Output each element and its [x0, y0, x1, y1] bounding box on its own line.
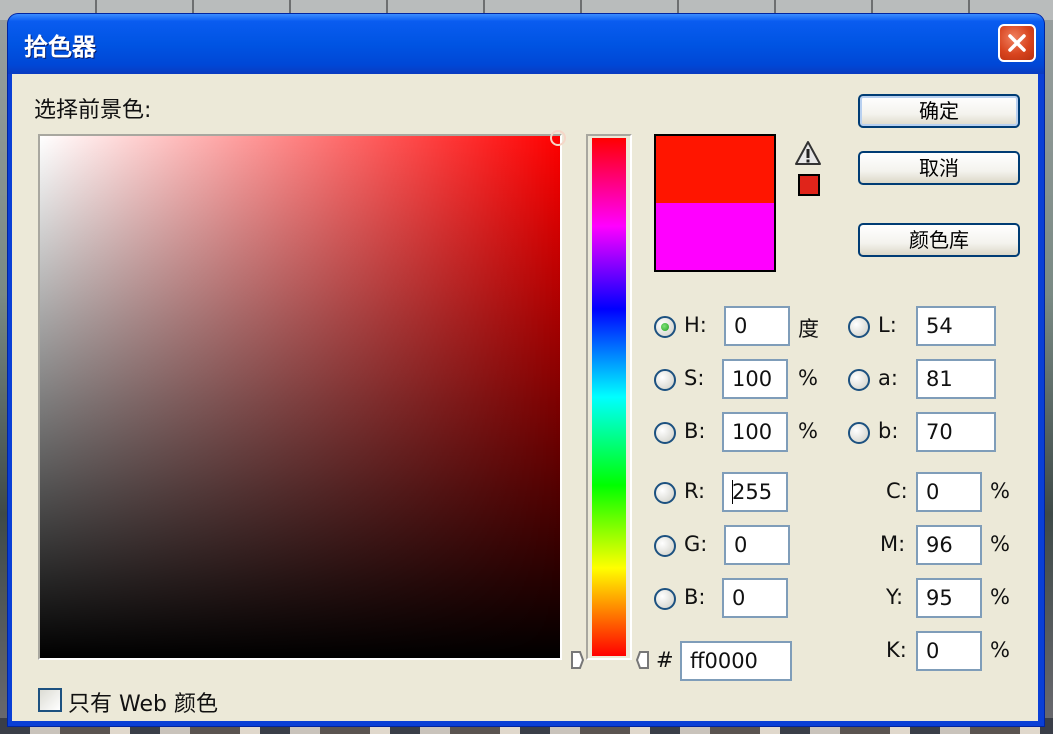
radio-s[interactable] — [654, 369, 676, 391]
label-k: K: — [886, 638, 907, 662]
label-c: C: — [886, 479, 908, 503]
select-foreground-label: 选择前景色: — [34, 98, 152, 123]
label-y: Y: — [886, 585, 904, 609]
close-x-icon — [1008, 34, 1026, 52]
color-preview — [654, 134, 776, 272]
l-input[interactable]: 54 — [916, 306, 996, 346]
r-input-value: 255 — [732, 480, 773, 504]
radio-l[interactable] — [848, 316, 870, 338]
radio-lab-b[interactable] — [848, 422, 870, 444]
label-rgb-b: B: — [684, 585, 706, 609]
h-input[interactable]: 0 — [724, 306, 790, 346]
c-input[interactable]: 0 — [916, 472, 982, 512]
b-unit: % — [798, 419, 818, 443]
saturation-brightness-field[interactable] — [40, 130, 566, 658]
web-colors-only-checkbox[interactable] — [38, 688, 62, 712]
b-input[interactable]: 100 — [722, 412, 788, 452]
color-libraries-button[interactable]: 颜色库 — [858, 223, 1020, 257]
lab-b-input[interactable]: 70 — [916, 412, 996, 452]
radio-h[interactable] — [654, 316, 676, 338]
y-unit: % — [990, 585, 1010, 609]
color-picker-dialog: 拾色器 选择前景色: 确定 取消 颜色库 H: 0 度 S: 100 % B: … — [8, 14, 1044, 726]
g-input[interactable]: 0 — [724, 525, 790, 565]
y-input[interactable]: 95 — [916, 578, 982, 618]
hue-slider-right-arrow-icon[interactable] — [636, 650, 650, 670]
label-a: a: — [878, 366, 898, 390]
color-field-cursor[interactable] — [550, 130, 566, 146]
m-unit: % — [990, 532, 1010, 556]
hue-slider-left-arrow-icon[interactable] — [570, 650, 584, 670]
title-bar[interactable]: 拾色器 — [8, 14, 1044, 74]
close-button[interactable] — [998, 24, 1036, 62]
radio-b[interactable] — [654, 422, 676, 444]
k-input[interactable]: 0 — [916, 631, 982, 671]
a-input[interactable]: 81 — [916, 359, 996, 399]
window-title: 拾色器 — [24, 33, 96, 61]
label-r: R: — [684, 479, 706, 503]
dialog-body: 选择前景色: 确定 取消 颜色库 H: 0 度 S: 100 % B: 100 … — [12, 74, 1038, 721]
cancel-button[interactable]: 取消 — [858, 151, 1020, 185]
c-unit: % — [990, 479, 1010, 503]
m-input[interactable]: 96 — [916, 525, 982, 565]
label-lab-b: b: — [878, 419, 899, 443]
rgb-b-input[interactable]: 0 — [722, 578, 788, 618]
label-m: M: — [880, 532, 906, 556]
label-h: H: — [684, 313, 707, 337]
radio-a[interactable] — [848, 369, 870, 391]
hex-prefix: # — [656, 648, 674, 672]
label-s: S: — [684, 366, 705, 390]
radio-rgb-b[interactable] — [654, 588, 676, 610]
ok-button[interactable]: 确定 — [858, 94, 1020, 128]
s-input[interactable]: 100 — [722, 359, 788, 399]
warning-triangle-icon[interactable] — [794, 140, 822, 166]
text-caret — [732, 480, 733, 504]
web-colors-only-label[interactable]: 只有 Web 颜色 — [68, 686, 218, 718]
label-g: G: — [684, 532, 708, 556]
hex-input[interactable]: ff0000 — [680, 641, 792, 681]
current-color-swatch[interactable] — [656, 203, 774, 270]
new-color-swatch — [656, 136, 774, 203]
hue-slider[interactable] — [592, 138, 626, 656]
label-l: L: — [878, 313, 897, 337]
label-b: B: — [684, 419, 706, 443]
hue-slider-frame — [586, 134, 632, 660]
h-unit: 度 — [798, 317, 819, 341]
color-field-frame — [38, 130, 566, 660]
k-unit: % — [990, 638, 1010, 662]
out-of-gamut-color-swatch[interactable] — [798, 174, 820, 196]
radio-r[interactable] — [654, 482, 676, 504]
radio-g[interactable] — [654, 535, 676, 557]
s-unit: % — [798, 366, 818, 390]
